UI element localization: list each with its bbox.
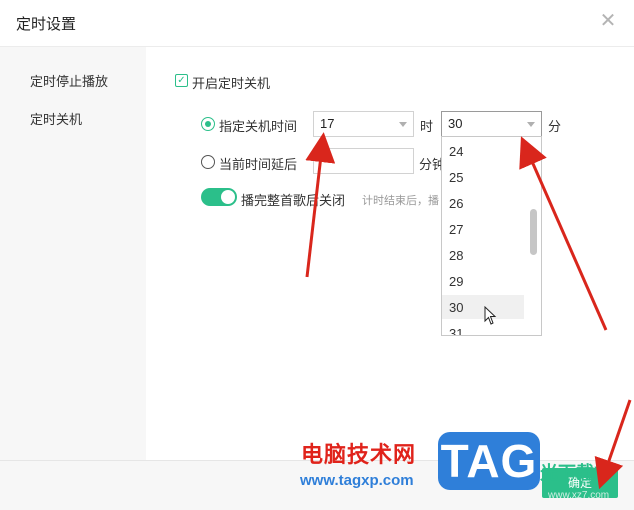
arrow-to-minute-select xyxy=(519,136,608,331)
arrow-to-hour-select xyxy=(305,132,336,278)
annotation-arrows xyxy=(305,132,632,490)
arrow-to-confirm-button xyxy=(594,399,632,490)
